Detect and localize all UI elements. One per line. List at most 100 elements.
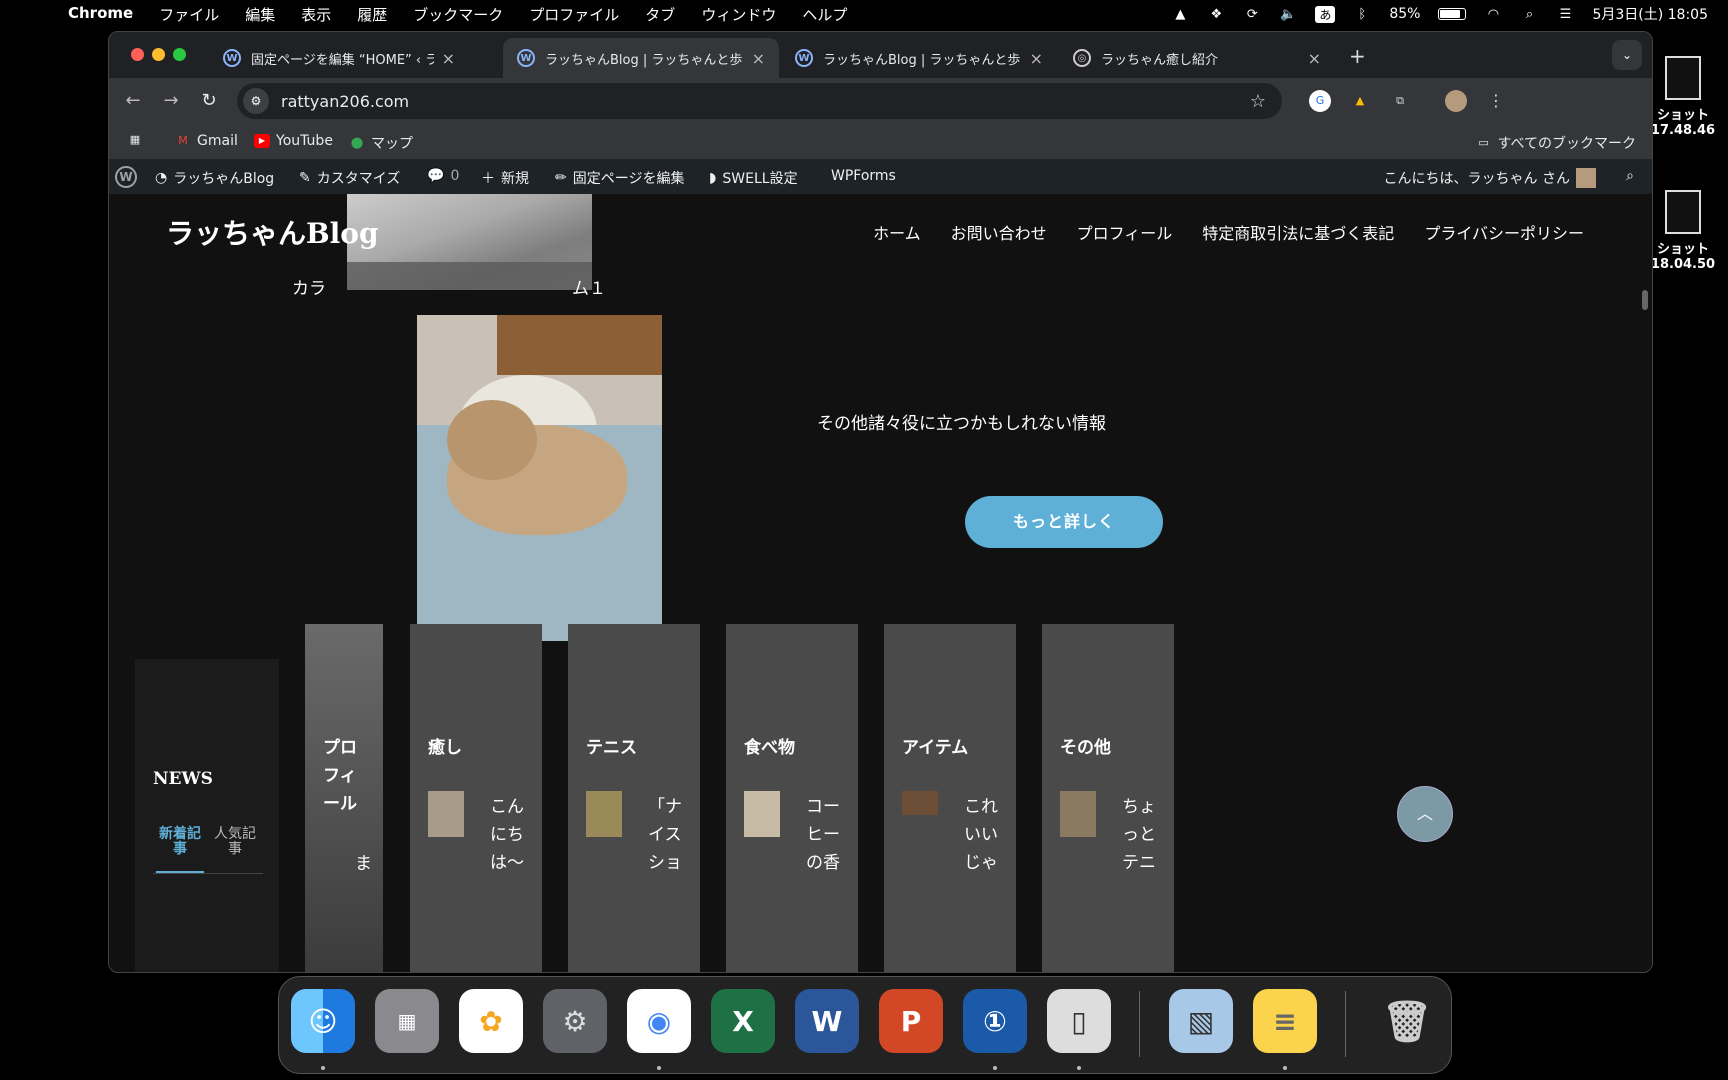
chrome-icon[interactable]: ◉ bbox=[627, 989, 691, 1053]
system-settings-icon[interactable]: ⚙ bbox=[543, 989, 607, 1053]
new-tab-button[interactable]: + bbox=[1349, 44, 1366, 68]
menu-help[interactable]: ヘルプ bbox=[802, 4, 847, 25]
site-title[interactable]: ラッちゃんBlog bbox=[166, 212, 379, 252]
tab-blog[interactable]: W ラッちゃんBlog | ラッちゃんと歩 × bbox=[781, 38, 1057, 78]
reload-button[interactable]: ↻ bbox=[195, 87, 223, 115]
wifi-icon[interactable]: ◠ bbox=[1484, 6, 1502, 22]
address-bar[interactable]: ⚙ rattyan206.com ☆ bbox=[237, 83, 1282, 119]
bluetooth-icon[interactable]: ᛒ bbox=[1353, 6, 1371, 22]
menu-bookmarks[interactable]: ブックマーク bbox=[413, 4, 503, 25]
bookmark-gmail[interactable]: M Gmail bbox=[175, 133, 238, 149]
wp-account[interactable]: こんにちは、ラッちゃん さん bbox=[1384, 168, 1596, 188]
desktop-screenshot-1[interactable]: ショット 17.48.46 bbox=[1648, 56, 1718, 138]
swell-icon: ◗ bbox=[709, 170, 717, 186]
wp-edit-page[interactable]: ✏ 固定ページを編集 bbox=[555, 168, 684, 188]
all-bookmarks[interactable]: ▭ すべてのブックマーク bbox=[1476, 133, 1636, 153]
dropbox-icon[interactable]: ❖ bbox=[1207, 6, 1225, 22]
iphone-mirroring-icon[interactable]: ▯ bbox=[1047, 989, 1111, 1053]
wp-new[interactable]: ＋ 新規 bbox=[481, 168, 529, 188]
tab-popular-posts[interactable]: 人気記事 bbox=[211, 827, 259, 857]
extension-icon[interactable]: G bbox=[1309, 90, 1331, 112]
tab-blog-active[interactable]: W ラッちゃんBlog | ラッちゃんと歩 × bbox=[503, 38, 779, 78]
url-text[interactable]: rattyan206.com bbox=[281, 92, 409, 111]
menu-window[interactable]: ウィンドウ bbox=[701, 4, 776, 25]
preview-icon[interactable]: ▧ bbox=[1169, 989, 1233, 1053]
forward-button[interactable]: → bbox=[157, 87, 185, 115]
sync-icon[interactable]: ⟳ bbox=[1243, 6, 1261, 22]
nav-contact[interactable]: お問い合わせ bbox=[951, 220, 1047, 244]
wp-swell-settings[interactable]: ◗ SWELL設定 bbox=[709, 168, 798, 188]
extensions-puzzle-icon[interactable]: ⧉ bbox=[1389, 90, 1411, 112]
google-drive-icon[interactable]: ▲ bbox=[1349, 90, 1371, 112]
tab-edit-home[interactable]: W 固定ページを編集 “HOME” ‹ ラ × bbox=[209, 38, 469, 78]
scroll-to-top-button[interactable]: ︿ bbox=[1397, 786, 1453, 842]
clock[interactable]: 5月3日(土) 18:05 bbox=[1592, 4, 1708, 24]
drive-status-icon[interactable]: ▲ bbox=[1171, 6, 1189, 22]
menu-tab[interactable]: タブ bbox=[645, 4, 675, 25]
launchpad-icon[interactable]: ▦ bbox=[375, 989, 439, 1053]
onepassword-icon[interactable]: ① bbox=[963, 989, 1027, 1053]
control-center-icon[interactable]: ☰ bbox=[1556, 6, 1574, 22]
category-card-healing[interactable]: 癒し こんにちは〜 bbox=[410, 624, 542, 972]
tab-healing-intro[interactable]: ◎ ラッちゃん癒し紹介 × bbox=[1059, 38, 1335, 78]
close-tab-icon[interactable]: × bbox=[752, 49, 765, 68]
battery-icon[interactable] bbox=[1438, 8, 1467, 20]
volume-icon[interactable]: 🔈 bbox=[1279, 6, 1297, 22]
menu-history[interactable]: 履歴 bbox=[357, 4, 387, 25]
desktop-screenshot-2[interactable]: ショット 18.04.50 bbox=[1648, 190, 1718, 272]
nav-home[interactable]: ホーム bbox=[873, 220, 921, 244]
category-card-tennis[interactable]: テニス 「ナイスショ bbox=[568, 624, 700, 972]
post-thumbnail bbox=[428, 791, 464, 837]
category-card-others[interactable]: その他 ちょっとテニ bbox=[1042, 624, 1174, 972]
wp-wpforms[interactable]: WPForms bbox=[831, 168, 896, 184]
menu-view[interactable]: 表示 bbox=[301, 4, 331, 25]
tab-search-button[interactable]: ⌄ bbox=[1612, 40, 1642, 70]
notes-icon[interactable]: ≡ bbox=[1253, 989, 1317, 1053]
wordpress-logo-icon[interactable]: W bbox=[115, 166, 137, 188]
close-tab-icon[interactable]: × bbox=[442, 49, 455, 68]
category-card-food[interactable]: 食べ物 コーヒーの香 bbox=[726, 624, 858, 972]
tab-new-posts[interactable]: 新着記事 bbox=[156, 827, 204, 873]
category-title: アイテム bbox=[902, 738, 969, 758]
close-window-button[interactable] bbox=[131, 48, 144, 61]
wp-site-name[interactable]: ◔ ラッちゃんBlog bbox=[155, 168, 274, 188]
back-button[interactable]: ← bbox=[119, 87, 147, 115]
category-post-text: これいいじゃ bbox=[964, 797, 998, 873]
wp-search-icon[interactable]: ⌕ bbox=[1626, 168, 1634, 184]
category-card-items[interactable]: アイテム これいいじゃ bbox=[884, 624, 1016, 972]
bookmark-star-icon[interactable]: ☆ bbox=[1250, 91, 1266, 112]
wp-comments[interactable]: 💬 0 bbox=[427, 168, 459, 184]
nav-profile[interactable]: プロフィール bbox=[1077, 220, 1173, 244]
wordpress-favicon-icon: W bbox=[517, 49, 535, 67]
wp-customize[interactable]: ✎ カスタマイズ bbox=[299, 168, 400, 188]
photos-icon[interactable]: ✿ bbox=[459, 989, 523, 1053]
close-tab-icon[interactable]: × bbox=[1308, 49, 1321, 68]
youtube-icon: ▶ bbox=[254, 134, 270, 148]
nav-privacy[interactable]: プライバシーポリシー bbox=[1424, 220, 1584, 244]
menu-profiles[interactable]: プロファイル bbox=[529, 4, 619, 25]
word-icon[interactable]: W bbox=[795, 989, 859, 1053]
site-info-icon[interactable]: ⚙ bbox=[243, 88, 269, 114]
nav-tokushoho[interactable]: 特定商取引法に基づく表記 bbox=[1202, 220, 1394, 244]
menu-edit[interactable]: 編集 bbox=[245, 4, 275, 25]
minimize-window-button[interactable] bbox=[152, 48, 165, 61]
close-tab-icon[interactable]: × bbox=[1030, 49, 1043, 68]
menu-app-name[interactable]: Chrome bbox=[68, 4, 133, 25]
more-menu-icon[interactable]: ⋮ bbox=[1485, 90, 1507, 112]
page-scrollbar[interactable] bbox=[1640, 194, 1650, 972]
bookmark-maps[interactable]: ⬤ マップ bbox=[349, 133, 413, 153]
desktop-item-label: ショット bbox=[1656, 108, 1709, 123]
excel-icon[interactable]: X bbox=[711, 989, 775, 1053]
more-details-button[interactable]: もっと詳しく bbox=[965, 496, 1163, 548]
menu-file[interactable]: ファイル bbox=[159, 4, 219, 25]
input-method-indicator[interactable]: あ bbox=[1315, 5, 1336, 23]
finder-icon[interactable]: ☺ bbox=[291, 989, 355, 1053]
bookmark-youtube[interactable]: ▶ YouTube bbox=[254, 133, 333, 149]
spotlight-search-icon[interactable]: ⌕ bbox=[1520, 6, 1538, 22]
trash-icon[interactable]: 🗑 bbox=[1375, 989, 1439, 1053]
profile-avatar[interactable] bbox=[1445, 90, 1467, 112]
category-card-profile[interactable]: プロフィール ま bbox=[305, 624, 383, 972]
apps-grid-icon[interactable]: ▦ bbox=[127, 133, 143, 147]
zoom-window-button[interactable] bbox=[173, 48, 186, 61]
powerpoint-icon[interactable]: P bbox=[879, 989, 943, 1053]
